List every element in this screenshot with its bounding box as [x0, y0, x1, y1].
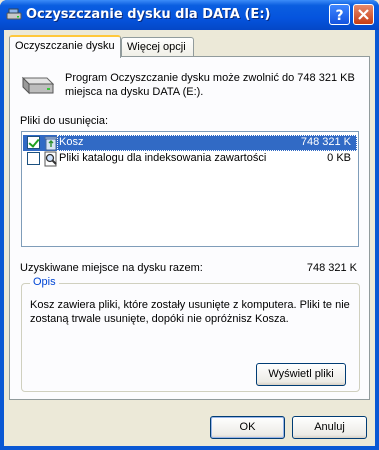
search-catalog-icon	[44, 151, 57, 167]
file-name: Kosz	[59, 136, 84, 148]
view-files-button[interactable]: Wyświetl pliki	[256, 363, 346, 386]
tab-more-options[interactable]: Więcej opcji	[121, 37, 194, 57]
file-size: 0 KB	[327, 152, 351, 164]
ok-button[interactable]: OK	[210, 416, 285, 439]
disk-cleanup-window: Oczyszczanie dysku dla DATA (E:) ? Oczys…	[0, 0, 379, 450]
total-space-label: Uzyskiwane miejsce na dysku razem:	[20, 262, 203, 274]
group-title: Opis	[30, 276, 59, 288]
hard-drive-icon	[21, 76, 54, 95]
tab-label: Oczyszczanie dysku	[15, 40, 115, 52]
files-list[interactable]: Kosz 748 321 K Pliki katalogu dla indeks…	[21, 131, 359, 247]
disk-cleanup-icon	[6, 8, 22, 20]
svg-text:?: ?	[336, 8, 344, 22]
cleanup-description: Program Oczyszczanie dysku może zwolnić …	[65, 72, 355, 98]
file-name: Pliki katalogu dla indeksowania zawartoś…	[59, 152, 267, 164]
file-checkbox[interactable]	[27, 152, 40, 165]
group-description: Kosz zawiera pliki, które zostały usunię…	[30, 299, 350, 325]
tab-panel: Program Oczyszczanie dysku może zwolnić …	[9, 56, 370, 400]
file-checkbox[interactable]	[27, 136, 40, 149]
list-item-index-catalog[interactable]: Pliki katalogu dla indeksowania zawartoś…	[23, 151, 357, 167]
close-icon	[358, 9, 369, 20]
cancel-button[interactable]: Anuluj	[292, 416, 367, 439]
help-button[interactable]: ?	[329, 4, 350, 25]
close-button[interactable]	[353, 4, 374, 25]
description-group: Opis Kosz zawiera pliki, które zostały u…	[21, 276, 360, 392]
help-icon: ?	[336, 8, 344, 22]
tab-label: Więcej opcji	[127, 41, 186, 53]
dialog-client-area: Oczyszczanie dysku Więcej opcji Program …	[4, 30, 375, 446]
total-space-value: 748 321 K	[306, 262, 357, 274]
tab-disk-cleanup[interactable]: Oczyszczanie dysku	[9, 35, 121, 58]
file-size: 748 321 K	[300, 136, 351, 148]
list-item-recycle-bin[interactable]: Kosz 748 321 K	[23, 135, 357, 151]
window-title: Oczyszczanie dysku dla DATA (E:)	[26, 7, 271, 22]
title-bar[interactable]: Oczyszczanie dysku dla DATA (E:) ?	[0, 0, 379, 30]
files-to-delete-label: Pliki do usunięcia:	[20, 115, 109, 127]
